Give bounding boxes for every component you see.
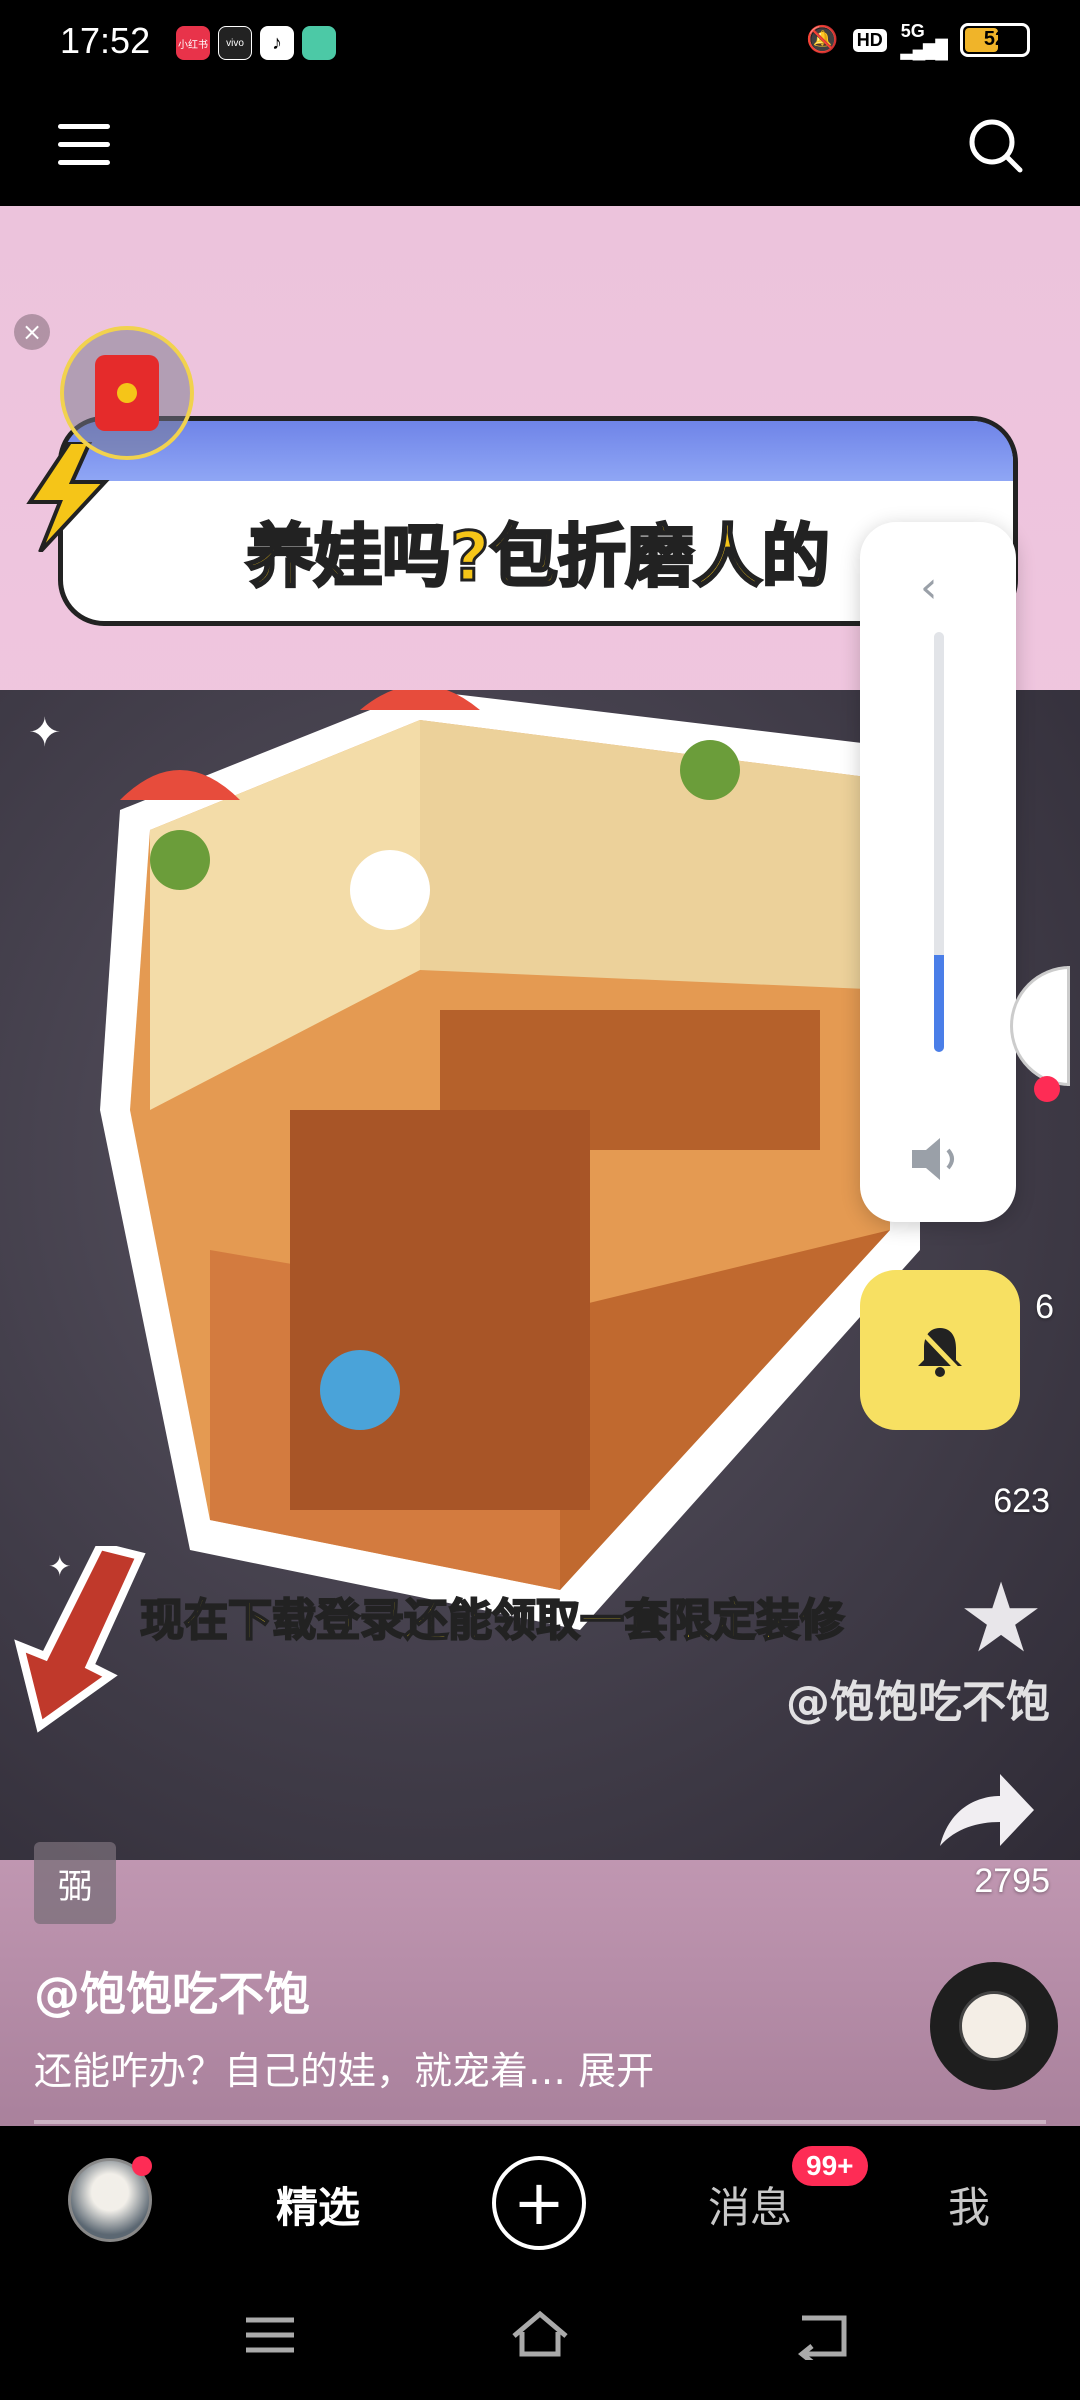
music-disc-button[interactable] bbox=[930, 1962, 1058, 2090]
label-chip[interactable]: 弼 bbox=[34, 1842, 116, 1924]
search-icon[interactable] bbox=[966, 116, 1026, 176]
volume-panel[interactable]: ‹ bbox=[860, 522, 1016, 1222]
hd-badge: HD bbox=[852, 28, 887, 52]
tab-me[interactable]: 我 bbox=[948, 2174, 990, 2235]
create-post-button[interactable]: + bbox=[492, 2156, 586, 2250]
favorite-star-icon[interactable]: ★ bbox=[958, 1562, 1044, 1674]
app-icon bbox=[302, 26, 336, 60]
status-indicators: 🔕 HD 5G ▂▄▆█ 52 bbox=[806, 22, 1030, 58]
speaker-icon[interactable] bbox=[908, 1134, 968, 1184]
follow-dot[interactable] bbox=[1034, 1076, 1060, 1102]
music-cover bbox=[959, 1991, 1029, 2061]
tiktok-app-icon: ♪ bbox=[260, 26, 294, 60]
recent-apps-icon[interactable] bbox=[240, 2310, 300, 2360]
status-time: 17:52 bbox=[60, 20, 151, 61]
system-nav-bar bbox=[0, 2274, 1080, 2400]
red-envelope-button[interactable] bbox=[60, 326, 194, 460]
hamburger-menu-icon[interactable] bbox=[58, 124, 110, 168]
share-arrow-icon[interactable] bbox=[930, 1766, 1040, 1856]
battery-icon: 52 bbox=[960, 23, 1030, 57]
messages-badge: 99+ bbox=[792, 2146, 868, 2186]
banner-wave bbox=[63, 421, 1013, 481]
video-watermark: @饱饱吃不饱 bbox=[786, 1677, 1050, 1728]
lightning-icon bbox=[26, 442, 110, 552]
video-progress-bar[interactable] bbox=[34, 2120, 1046, 2124]
like-count: 6 bbox=[1035, 1288, 1054, 1326]
volume-fill bbox=[934, 955, 944, 1052]
network-indicator: 5G ▂▄▆█ bbox=[900, 21, 948, 59]
silent-bell-icon: 🔕 bbox=[806, 25, 839, 55]
author-name[interactable]: @饱饱吃不饱 bbox=[34, 1958, 310, 2024]
red-arrow-icon bbox=[14, 1546, 146, 1733]
battery-text: 52 bbox=[983, 28, 1007, 50]
close-redpacket-button[interactable]: × bbox=[14, 314, 50, 350]
bottom-nav: 精选 + 消息 99+ 我 bbox=[0, 2126, 1080, 2274]
sparkle-icon: ✦ bbox=[28, 710, 62, 756]
isometric-house-image bbox=[100, 690, 920, 1630]
tab-messages[interactable]: 消息 bbox=[708, 2174, 792, 2235]
home-icon[interactable] bbox=[510, 2310, 570, 2360]
share-count: 2795 bbox=[974, 1862, 1050, 1900]
notification-dot bbox=[132, 2156, 152, 2176]
comment-count: 623 bbox=[993, 1482, 1050, 1520]
video-content[interactable]: 养娃吗?包折磨人的 ✦ ✦ 现在下载登录还能领取一套限定装修 @饱饱吃不饱 × bbox=[0, 206, 1080, 2126]
bell-off-icon bbox=[916, 1326, 964, 1377]
xiaohongshu-app-icon: 小红书 bbox=[176, 26, 210, 60]
vivo-app-icon: vivo bbox=[218, 26, 252, 60]
tab-featured[interactable]: 精选 bbox=[276, 2174, 360, 2235]
status-bar: 17:52 小红书 vivo ♪ 🔕 HD 5G ▂▄▆█ 52 bbox=[0, 0, 1080, 84]
back-icon[interactable] bbox=[796, 2310, 856, 2360]
top-nav bbox=[0, 84, 1080, 206]
video-caption: 现在下载登录还能领取一套限定装修 bbox=[139, 1594, 845, 1647]
collapse-chevron-icon[interactable]: ‹ bbox=[920, 562, 938, 613]
volume-slider[interactable] bbox=[934, 632, 944, 1052]
red-envelope-icon bbox=[95, 355, 159, 431]
mute-toggle-button[interactable] bbox=[860, 1270, 1020, 1430]
video-description[interactable]: 还能咋办？自己的娃，就宠着… 展开 bbox=[34, 2040, 654, 2095]
